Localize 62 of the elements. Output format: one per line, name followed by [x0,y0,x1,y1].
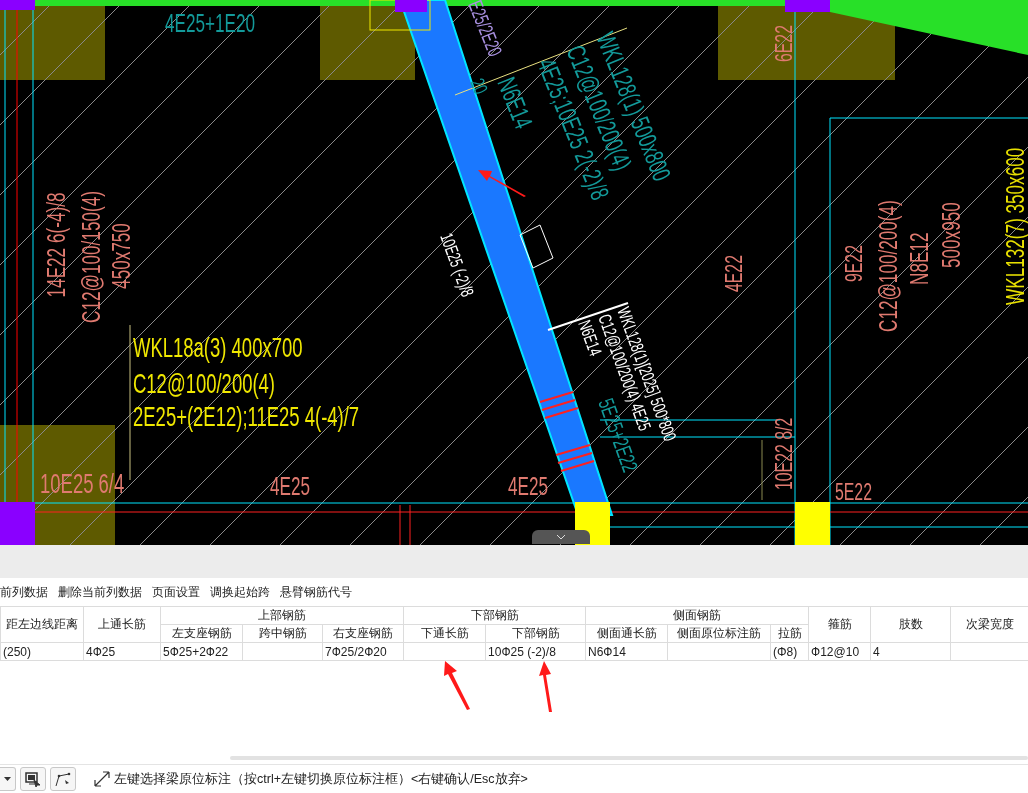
beam-annotation: 14E22 6(-4)/8 [41,192,71,298]
resize-arrows-icon [94,771,110,787]
beam-annotation: N8E12 [904,232,934,285]
column-header: 下部钢筋 [485,624,586,643]
table-cell[interactable] [403,642,486,661]
beam-annotation: C12@100/200(4) [873,200,903,332]
table-cell[interactable]: Ф12@10 [808,642,871,661]
annotation-arrow [478,168,528,198]
beam-annotation: 4E25 [270,471,311,501]
table-cell[interactable] [242,642,323,661]
table-cell[interactable]: 4Ф25 [83,642,161,661]
beam-annotation: 9E22 [840,245,867,282]
menu-item[interactable]: 调换起始跨 [206,583,274,601]
chevron-icon [556,534,566,540]
column-header: 距左边线距离 [0,606,84,643]
beam-annotation: 10E22 8/2 [770,417,797,490]
beam-annotation: 20 [465,75,492,98]
column-header: 上通长筋 [83,606,161,643]
menu-item[interactable]: 前列数据 [0,583,52,601]
table-cell[interactable]: (Φ8) [770,642,809,661]
table-cell[interactable]: (250) [0,642,84,661]
menu-item[interactable]: 悬臂钢筋代号 [276,583,356,601]
column-header: 下通长筋 [403,624,486,643]
polyline-select-button[interactable] [50,767,76,791]
beam-annotation: 6E22 [770,25,797,62]
beam-annotation: C12@100/150(4) [76,191,106,323]
table-cell[interactable]: 10Ф25 (-2)/8 [485,642,586,661]
polyline-icon [54,771,72,787]
column-group-header: 下部钢筋 [403,606,586,625]
beam-annotation: E25/2E20 [463,0,507,60]
table-cell[interactable]: 4 [870,642,951,661]
beam-annotation: 450x750 [106,223,136,289]
beam-annotation: 500x950 [936,202,966,268]
beam-annotation: N6E14 [491,73,539,133]
column-group-header: 上部钢筋 [160,606,404,625]
beam-annotation: 4E25 [508,471,549,501]
column-header: 次梁宽度 [950,606,1028,643]
column-header: 跨中钢筋 [242,624,323,643]
annotation-arrow [442,661,472,711]
column-header: 侧面原位标注筋 [667,624,771,643]
beam-annotation: 5E22 [835,478,872,505]
caret-icon [4,777,11,781]
column-header: 左支座钢筋 [160,624,243,643]
beam-annotation: 10E25 (-2)/8 [436,230,479,300]
column-group-header: 侧面钢筋 [585,606,809,625]
table-cell[interactable]: 7Ф25/2Ф20 [322,642,404,661]
column-header: 侧面通长筋 [585,624,668,643]
menu-item[interactable]: 页面设置 [148,583,204,601]
table-cell[interactable]: 5Ф25+2Ф22 [160,642,243,661]
column-header: 右支座钢筋 [322,624,404,643]
collapse-handle[interactable] [532,530,590,544]
status-hint: 左键选择梁原位标注（按ctrl+左键切换原位标注框）<右键确认/Esc放弃> [114,770,528,788]
table-cell[interactable]: N6Ф14 [585,642,668,661]
screen-select-button[interactable] [20,767,46,791]
dropdown-button[interactable] [0,767,16,791]
monitor-icon [25,771,41,787]
table-cell[interactable] [667,642,771,661]
column-header: 肢数 [870,606,951,643]
menu-item[interactable]: 删除当前列数据 [54,583,146,601]
column-header: 拉筋 [770,624,809,643]
beam-annotation: 4E22 [720,255,747,292]
column-header: 箍筋 [808,606,871,643]
